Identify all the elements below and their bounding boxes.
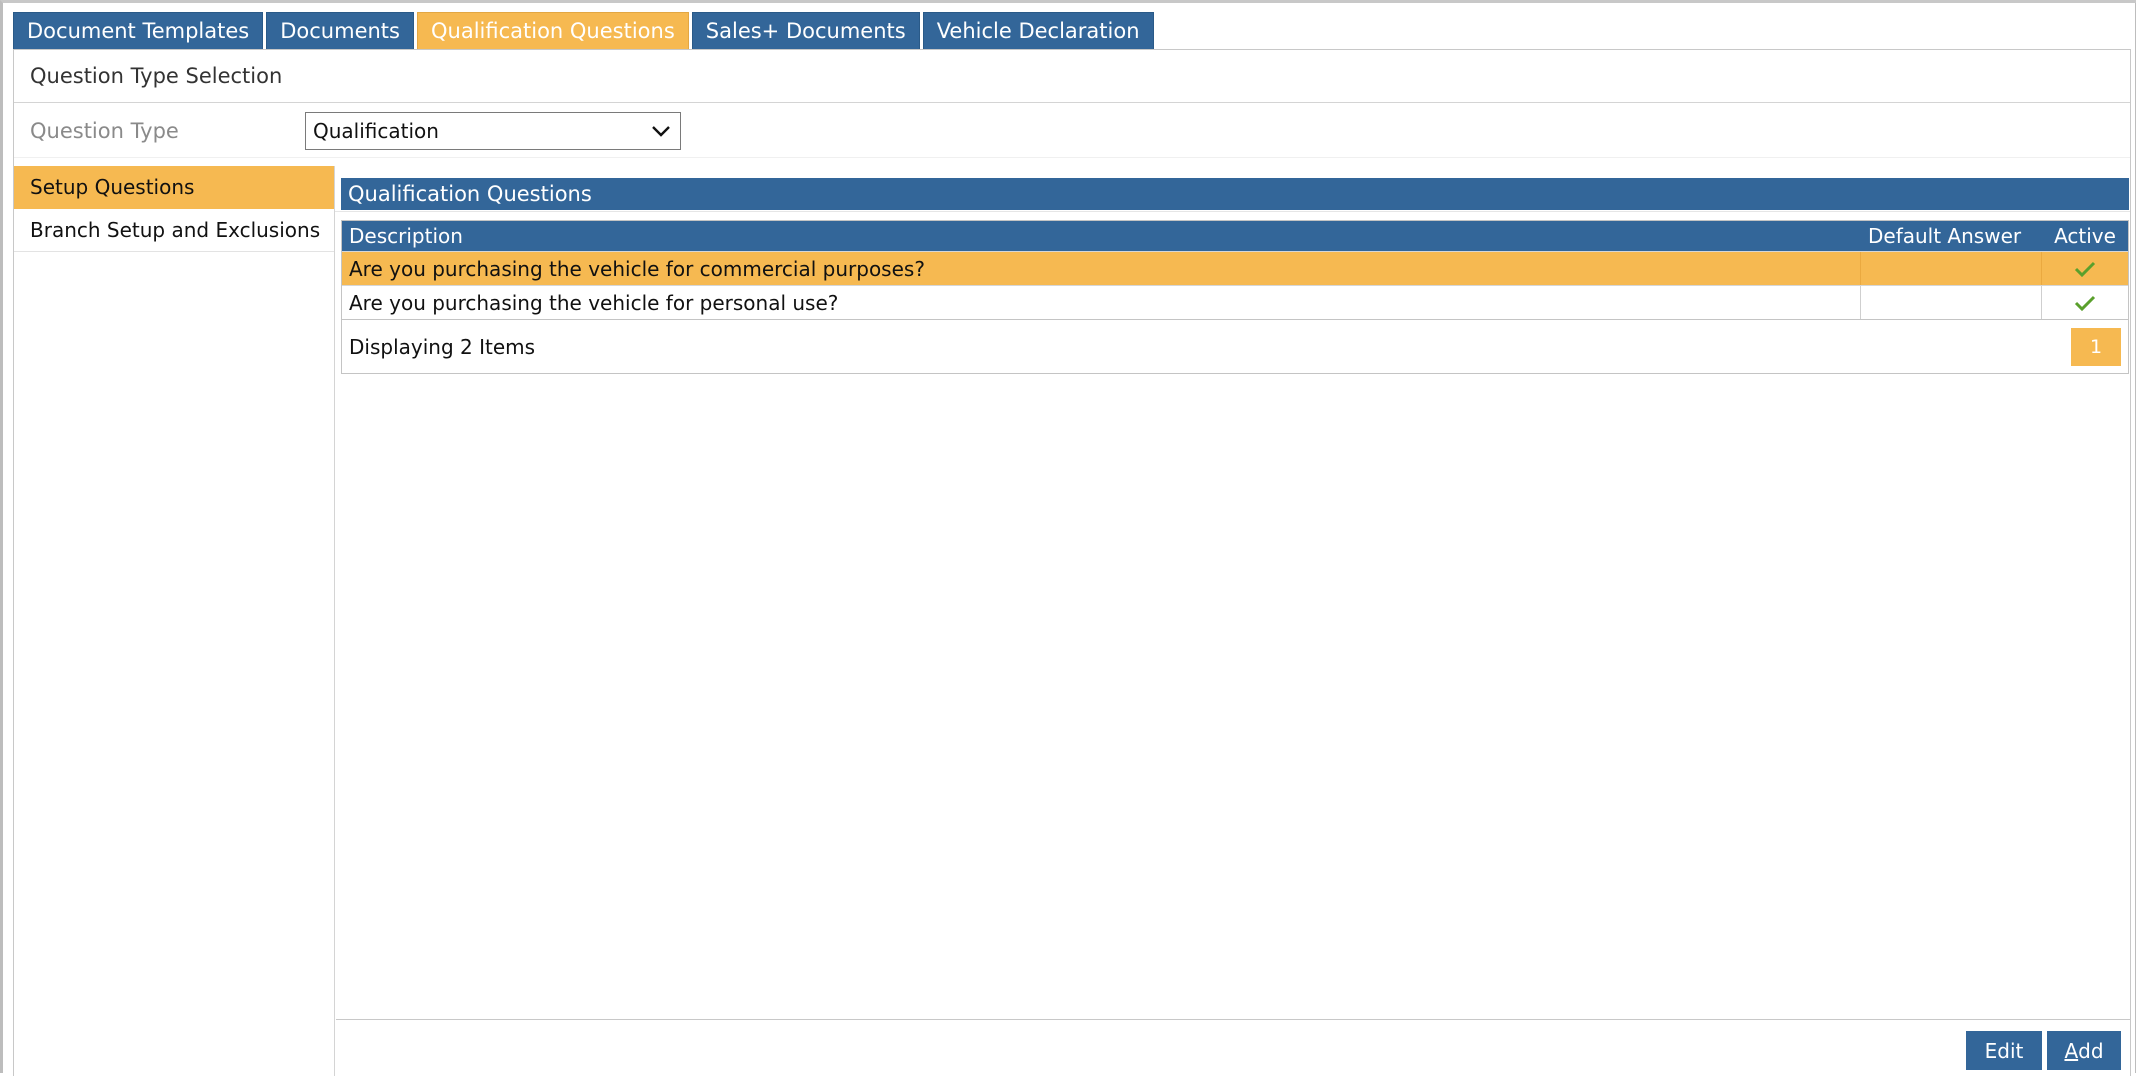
nav-item-label: Setup Questions (30, 175, 195, 199)
tab-label: Vehicle Declaration (936, 19, 1140, 43)
main-panel: Question Type Selection Question Type Qu… (13, 49, 2131, 1076)
column-header-default-answer[interactable]: Default Answer (1861, 221, 2042, 251)
check-icon (2074, 261, 2096, 277)
tab-label: Documents (280, 19, 400, 43)
cell-description: Are you purchasing the vehicle for comme… (342, 252, 1861, 285)
cell-default-answer (1861, 286, 2042, 319)
column-header-active[interactable]: Active (2042, 221, 2128, 251)
check-icon (2074, 295, 2096, 311)
pagination-page-button[interactable]: 1 (2071, 327, 2121, 366)
add-button-label: dd (2078, 1038, 2104, 1063)
column-header-description[interactable]: Description (342, 221, 1861, 251)
add-button[interactable]: Add (2047, 1031, 2121, 1070)
left-nav: Setup Questions Branch Setup and Exclusi… (14, 166, 335, 1076)
edit-button[interactable]: Edit (1966, 1031, 2042, 1070)
tab-document-templates[interactable]: Document Templates (13, 12, 264, 49)
tab-documents[interactable]: Documents (266, 12, 414, 49)
cell-active (2042, 286, 2128, 319)
action-bar: Edit Add (336, 1019, 2130, 1076)
nav-item-setup-questions[interactable]: Setup Questions (14, 166, 334, 209)
cell-default-answer (1861, 252, 2042, 285)
add-button-accesskey: A (2064, 1038, 2079, 1063)
grid-header: Description Default Answer Active (342, 221, 2128, 251)
items-count: Displaying 2 Items (349, 334, 536, 359)
cell-active (2042, 252, 2128, 285)
tab-qualification-questions[interactable]: Qualification Questions (416, 12, 689, 49)
panel-title: Qualification Questions (341, 178, 2129, 210)
table-row[interactable]: Are you purchasing the vehicle for perso… (342, 285, 2128, 319)
cell-description: Are you purchasing the vehicle for perso… (342, 286, 1861, 319)
tab-label: Document Templates (27, 19, 250, 43)
questions-grid: Description Default Answer Active Are yo… (341, 220, 2129, 374)
grid-footer: Displaying 2 Items 1 (342, 319, 2128, 373)
question-type-select[interactable]: Qualification (305, 112, 681, 150)
question-type-label: Question Type (30, 118, 179, 143)
tab-label: Sales+ Documents (705, 19, 906, 43)
section-title: Question Type Selection (14, 50, 2130, 103)
app-window: Document Templates Documents Qualificati… (0, 0, 2136, 1076)
nav-item-label: Branch Setup and Exclusions (30, 218, 321, 242)
tab-label: Qualification Questions (430, 19, 675, 43)
question-type-value: Qualification (313, 119, 439, 143)
questions-panel: Qualification Questions Description Defa… (341, 178, 2129, 374)
chevron-down-icon (652, 126, 670, 137)
top-tab-bar: Document Templates Documents Qualificati… (13, 12, 1154, 49)
tab-vehicle-declaration[interactable]: Vehicle Declaration (922, 12, 1154, 49)
nav-item-branch-setup-exclusions[interactable]: Branch Setup and Exclusions (14, 209, 334, 252)
table-row[interactable]: Are you purchasing the vehicle for comme… (342, 251, 2128, 285)
tab-sales-plus-documents[interactable]: Sales+ Documents (691, 12, 920, 49)
